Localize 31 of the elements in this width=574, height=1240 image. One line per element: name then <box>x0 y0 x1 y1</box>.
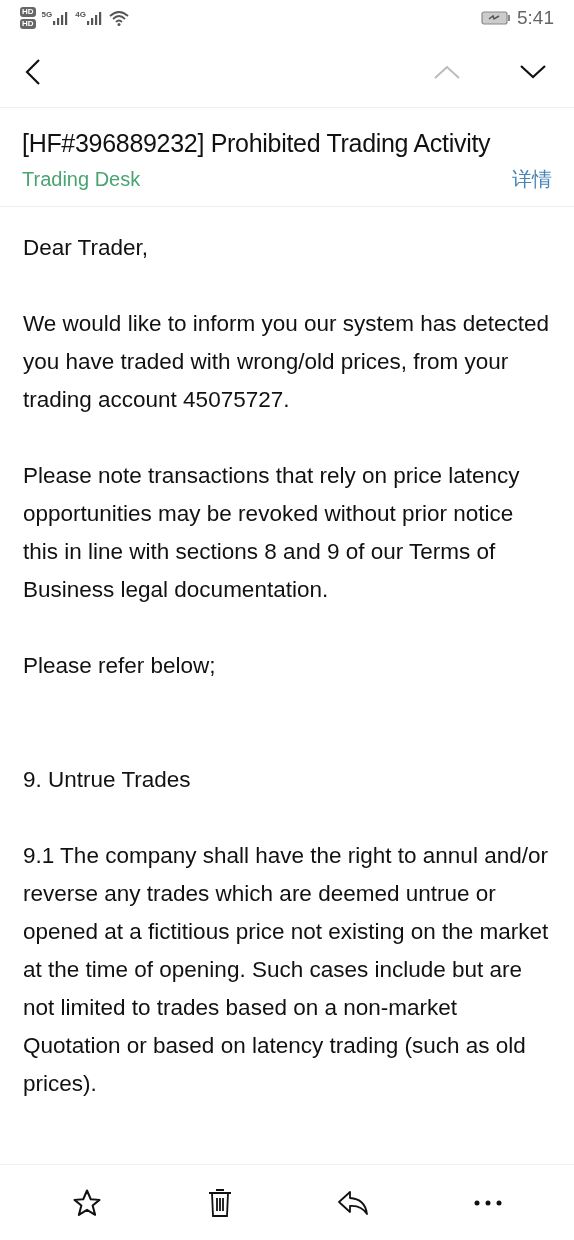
details-link[interactable]: 详情 <box>512 164 552 194</box>
reply-button[interactable] <box>337 1188 370 1217</box>
star-button[interactable] <box>72 1187 103 1218</box>
body-paragraph: We would like to inform you our system has detected you have traded with wrong/old prices, from your trading account 45075727. <box>23 310 551 414</box>
back-icon <box>24 57 42 86</box>
sim-badge: HD <box>20 7 36 17</box>
down-chevron-icon <box>520 64 546 79</box>
sim-badge: HD <box>20 19 36 29</box>
body-paragraph: 9.1 The company shall have the right to annul and/or reverse any trades which are deemed untrue or opened at a fictitious price not existing on the market at the time of opening. Such cases include but are not limited to trades based on a non-market Quotation or based on latency trading (such as old prices). <box>23 842 550 1098</box>
next-button[interactable] <box>520 64 546 79</box>
signal-icon <box>86 11 103 25</box>
more-button[interactable] <box>473 1199 502 1206</box>
battery-icon <box>481 11 511 25</box>
wifi-icon <box>108 10 129 26</box>
star-icon <box>72 1187 103 1218</box>
network-type: 5G <box>41 11 53 19</box>
delete-button[interactable] <box>206 1187 233 1218</box>
signal-icon <box>53 11 70 25</box>
back-button[interactable] <box>24 57 42 86</box>
section-heading: 9. Untrue Trades <box>23 766 192 794</box>
more-icon <box>473 1199 502 1206</box>
trash-icon <box>206 1187 233 1218</box>
clock: 5:41 <box>517 5 554 30</box>
body-paragraph: Please note transactions that rely on price latency opportunities may be revoked without prior notice this in line with sections 8 and 9 of our Terms of Business legal documentation. <box>23 462 521 604</box>
sender-name[interactable]: Trading Desk <box>22 164 141 194</box>
up-chevron-icon <box>434 64 460 79</box>
network-type: 4G <box>75 11 86 19</box>
reply-icon <box>337 1188 370 1217</box>
body-paragraph: Please refer below; <box>23 652 217 680</box>
body-paragraph: Dear Trader, <box>23 234 150 262</box>
email-subject: [HF#396889232] Prohibited Trading Activity <box>22 128 492 159</box>
